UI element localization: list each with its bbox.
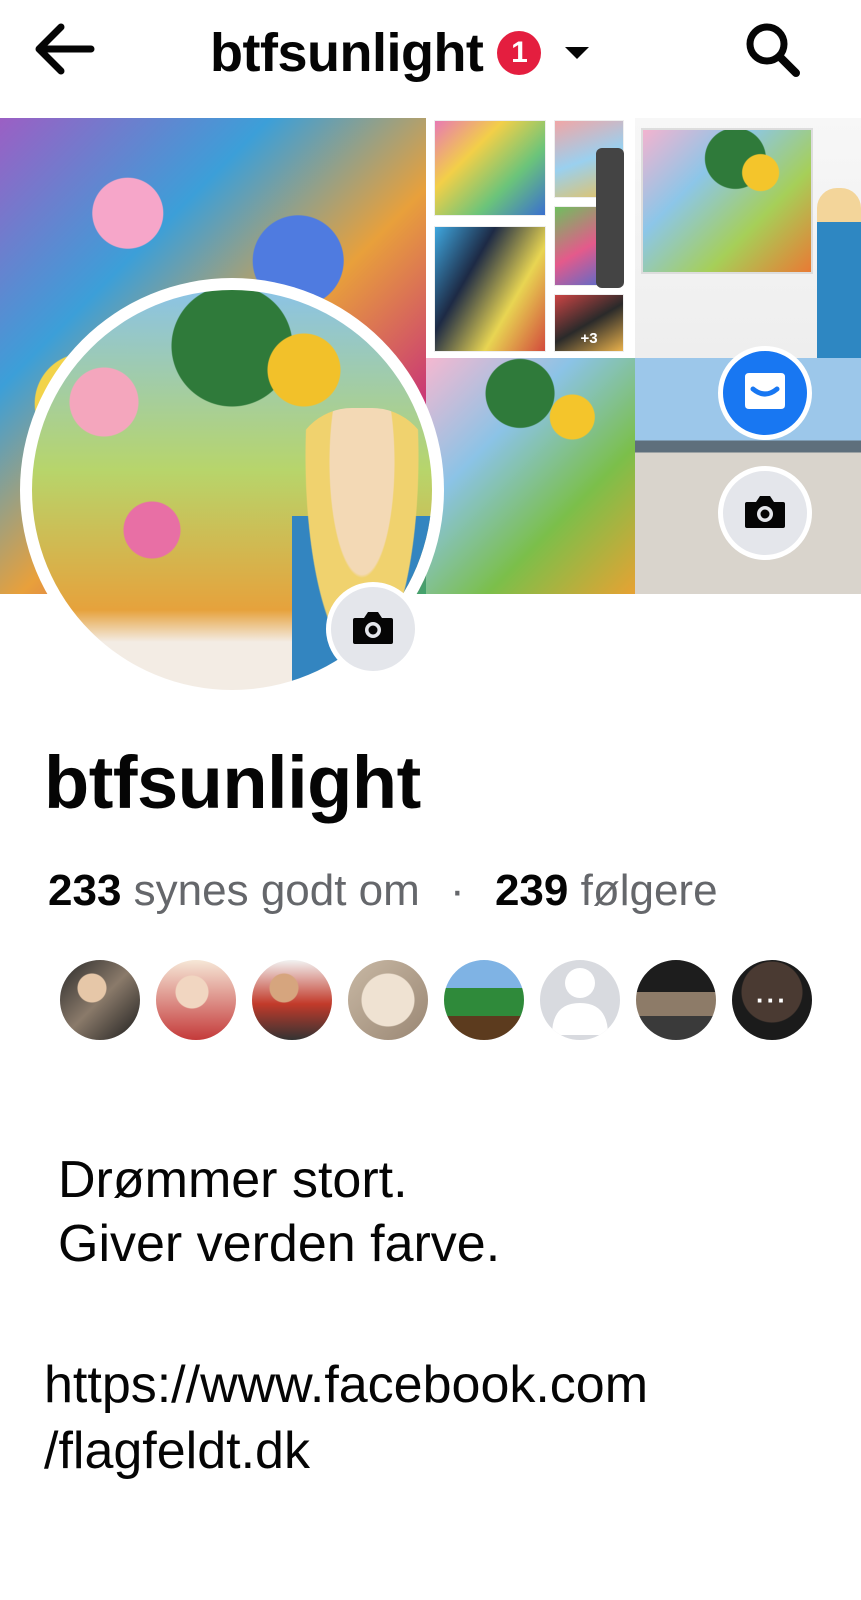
- profile-name: btfsunlight: [44, 741, 421, 824]
- follower-avatar[interactable]: [634, 958, 718, 1042]
- bio-line: Drømmer stort.: [58, 1151, 408, 1209]
- back-button[interactable]: [30, 20, 98, 82]
- page-bio: Drømmer stort. Giver verden farve.: [58, 1148, 500, 1276]
- bio-line: Giver verden farve.: [58, 1215, 501, 1273]
- collage-tile: [434, 226, 546, 352]
- messenger-button[interactable]: [718, 346, 812, 440]
- followers-label: følgere: [580, 866, 718, 915]
- search-button[interactable]: [738, 20, 806, 82]
- edit-cover-photo-button[interactable]: [718, 466, 812, 560]
- page-switcher[interactable]: btfsunlight 1: [210, 18, 590, 88]
- likes-count: 233: [48, 866, 122, 915]
- edit-profile-picture-button[interactable]: [326, 582, 420, 676]
- more-followers-button[interactable]: ···: [730, 958, 814, 1042]
- followers-avatar-row: ···: [58, 958, 814, 1042]
- follower-avatar[interactable]: [58, 958, 142, 1042]
- camera-icon: [743, 492, 787, 535]
- link-line: /flagfeldt.dk: [44, 1422, 310, 1480]
- arrow-left-icon: [33, 23, 95, 80]
- page-stats[interactable]: 233 synes godt om · 239 følgere: [48, 866, 718, 916]
- collage-tile: +3: [554, 294, 624, 352]
- link-line: https://www.facebook.com: [44, 1356, 649, 1414]
- video-overlay-bar: [596, 148, 624, 288]
- more-dots-icon: ···: [756, 985, 788, 1015]
- follower-avatar[interactable]: [538, 958, 622, 1042]
- stats-separator: ·: [450, 866, 465, 915]
- messenger-icon: [739, 365, 791, 422]
- follower-avatar[interactable]: [154, 958, 238, 1042]
- likes-label: synes godt om: [133, 866, 420, 915]
- search-icon: [743, 20, 801, 83]
- camera-icon: [351, 608, 395, 651]
- painting-image: [641, 128, 813, 274]
- cover-image-bottom-middle: [426, 358, 635, 594]
- person-image: [817, 188, 861, 358]
- cover-image-top-right: [635, 118, 861, 358]
- header-title: btfsunlight: [210, 23, 484, 83]
- website-link[interactable]: https://www.facebook.com /flagfeldt.dk: [44, 1352, 648, 1484]
- caret-down-icon: [565, 47, 590, 59]
- notification-badge: 1: [497, 31, 542, 75]
- follower-avatar[interactable]: [250, 958, 334, 1042]
- collage-tile: [434, 120, 546, 216]
- follower-avatar[interactable]: [442, 958, 526, 1042]
- follower-avatar[interactable]: [346, 958, 430, 1042]
- default-user-icon: [540, 960, 620, 1040]
- top-bar: btfsunlight 1: [0, 0, 861, 118]
- more-photos-label: +3: [580, 330, 598, 347]
- followers-count: 239: [494, 866, 569, 915]
